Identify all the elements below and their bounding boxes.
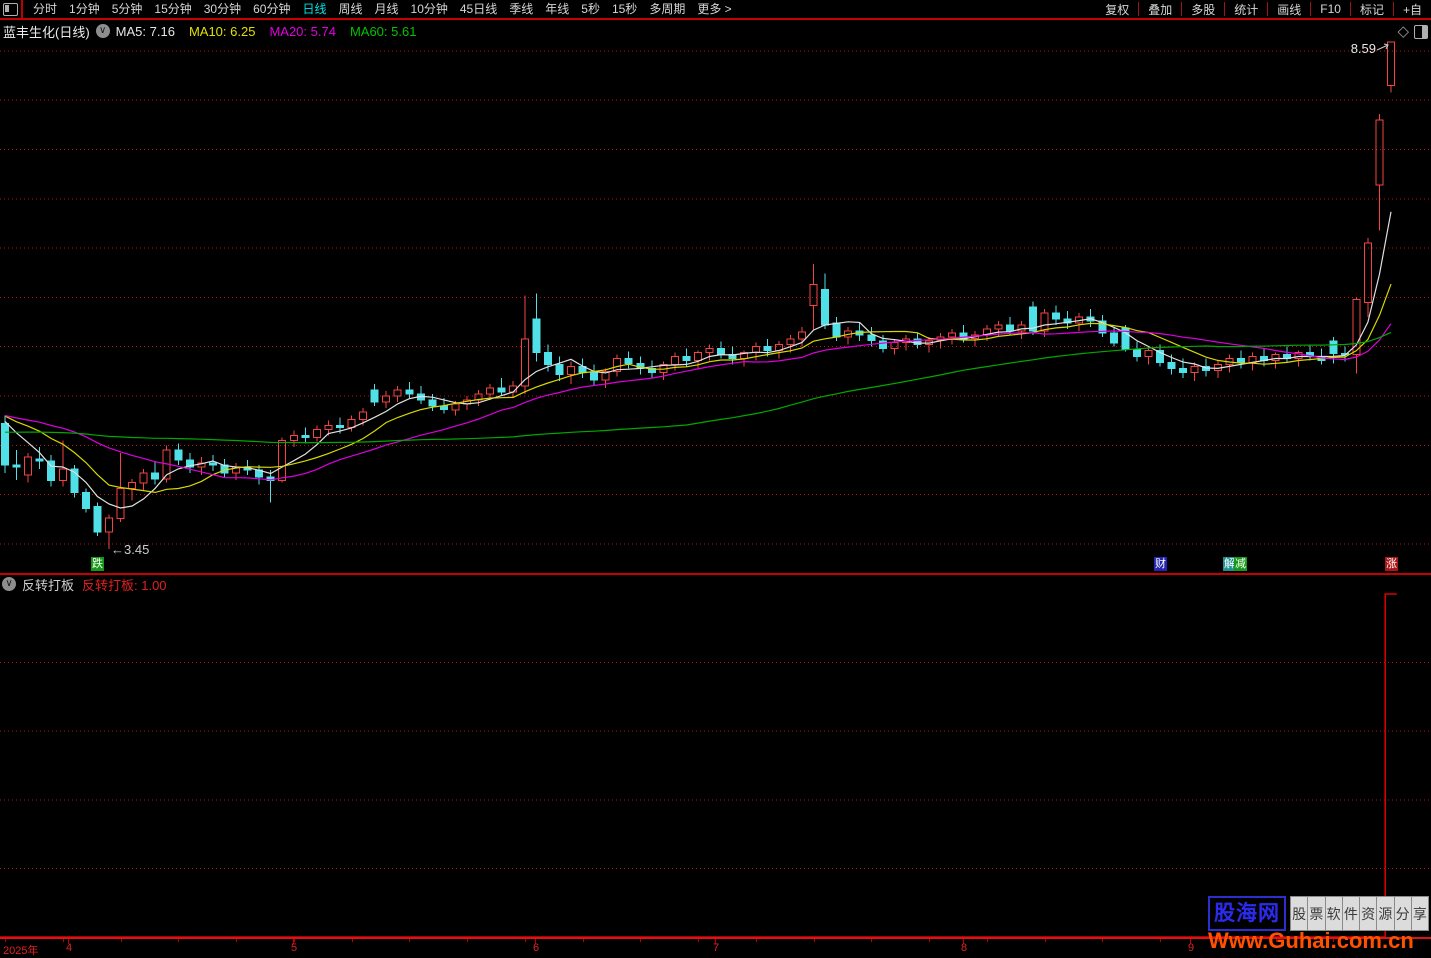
period-tab-11[interactable]: 季线 [503, 2, 539, 16]
x-axis-month-label: 6 [533, 942, 540, 954]
toolbar-action-6[interactable]: 标记 [1351, 1, 1393, 18]
event-badge-跌[interactable]: 跌 [91, 557, 104, 571]
period-tab-14[interactable]: 15秒 [606, 2, 643, 16]
high-label-arrow [1376, 43, 1389, 51]
x-axis-minor-tick [236, 939, 237, 942]
toolbar-divider [21, 0, 23, 18]
event-badge-涨[interactable]: 涨 [1385, 557, 1398, 571]
x-axis-minor-tick [871, 939, 872, 942]
ma-value-2: MA20: 5.74 [269, 23, 336, 39]
x-axis-month-label: 9 [1188, 942, 1195, 954]
indicator-name: 反转打板 [22, 577, 75, 593]
x-axis-minor-tick [467, 939, 468, 942]
watermark-slogan-char: 分 [1394, 896, 1412, 931]
indicator-chart[interactable] [0, 592, 1431, 937]
period-tab-10[interactable]: 45日线 [454, 2, 503, 16]
period-tabs: 分时 1分钟 5分钟 15分钟 30分钟 60分钟 日线 周线 月线 10分钟 45日线 季线 年线 5秒… [27, 0, 738, 18]
watermark-slogan-char: 资 [1360, 896, 1378, 931]
toolbar-action-5[interactable]: F10 [1311, 2, 1350, 16]
toolbar-actions: 复权 叠加 多股 统计 画线 F10 标记 +自 [1096, 0, 1431, 18]
period-tab-16[interactable]: 更多 > [691, 2, 737, 16]
period-tab-5[interactable]: 60分钟 [247, 2, 296, 16]
ma-line-ma60 [5, 331, 1392, 444]
main-candlestick-chart[interactable]: 8.59 ←3.45 [0, 40, 1431, 557]
period-tab-13[interactable]: 5秒 [575, 2, 606, 16]
watermark-slogan-char: 软 [1325, 896, 1343, 931]
x-axis-minor-tick [814, 939, 815, 942]
x-axis-month-label: 5 [291, 942, 298, 954]
indicator-signal-line [0, 593, 1397, 937]
period-tab-9[interactable]: 10分钟 [405, 2, 454, 16]
period-tab-6[interactable]: 日线 [296, 2, 332, 16]
period-tab-1[interactable]: 1分钟 [63, 2, 106, 16]
high-price-label: 8.59 [1351, 41, 1376, 56]
x-axis-minor-tick [756, 939, 757, 942]
period-tab-7[interactable]: 周线 [332, 2, 368, 16]
chart-corner-controls: ◇ [1397, 24, 1428, 39]
x-axis-minor-tick [929, 939, 930, 942]
x-axis-minor-tick [178, 939, 179, 942]
x-axis-minor-tick [409, 939, 410, 942]
period-tab-4[interactable]: 30分钟 [198, 2, 247, 16]
x-axis-minor-tick [1102, 939, 1103, 942]
x-axis-minor-tick [1160, 939, 1161, 942]
period-tab-15[interactable]: 多周期 [643, 2, 691, 16]
watermark-slogan-char: 件 [1342, 896, 1360, 931]
x-axis-month-label: 4 [66, 942, 73, 954]
x-axis-month-label: 7 [713, 942, 720, 954]
chevron-down-icon[interactable] [95, 24, 110, 38]
toolbar-action-7[interactable]: +自 [1394, 1, 1431, 18]
x-axis-minor-tick [698, 939, 699, 942]
indicator-value: 反转打板: 1.00 [82, 577, 167, 593]
x-axis-minor-tick [352, 939, 353, 942]
x-axis-minor-tick [121, 939, 122, 942]
toolbar-action-4[interactable]: 画线 [1268, 1, 1310, 18]
stock-title: 蓝丰生化(日线) [3, 24, 90, 40]
x-axis-minor-tick [640, 939, 641, 942]
panel-divider[interactable] [0, 573, 1431, 575]
window-panel-icon[interactable] [3, 2, 18, 16]
event-badge-财[interactable]: 财 [1154, 557, 1167, 571]
watermark-slogan-char: 源 [1377, 896, 1395, 931]
toolbar-action-0[interactable]: 复权 [1096, 1, 1138, 18]
indicator-gridlines [0, 662, 1431, 869]
period-tab-0[interactable]: 分时 [27, 2, 63, 16]
watermark-slogan-char: 股 [1290, 896, 1309, 931]
x-axis-minor-tick [987, 939, 988, 942]
x-axis-year-label: 2025年 [3, 945, 39, 957]
watermark-slogan-char: 票 [1308, 896, 1326, 931]
ma-values: MA5: 7.16 MA10: 6.25 MA20: 5.74 MA60: 5.61 [116, 24, 431, 39]
period-toolbar: 分时 1分钟 5分钟 15分钟 30分钟 60分钟 日线 周线 月线 10分钟 45日线 季线 年线 5秒… [0, 0, 1431, 20]
period-tab-8[interactable]: 月线 [369, 2, 405, 16]
watermark-slogan-char: 享 [1411, 896, 1429, 931]
watermark: 股海网 股票软件资源分享 Www.Guhai.com.cn [1208, 896, 1429, 953]
ma-value-3: MA60: 5.61 [349, 23, 417, 39]
watermark-url: Www.Guhai.com.cn [1208, 928, 1414, 953]
diamond-marker-icon[interactable]: ◇ [1397, 24, 1409, 39]
event-badge-减[interactable]: 减 [1234, 557, 1247, 571]
toolbar-action-2[interactable]: 多股 [1182, 1, 1224, 18]
indicator-header: 反转打板 反转打板: 1.00 [0, 576, 1431, 593]
toolbar-action-1[interactable]: 叠加 [1139, 1, 1181, 18]
candles-group [1, 41, 1395, 549]
chevron-down-icon[interactable] [2, 577, 16, 591]
chart-header: 蓝丰生化(日线) MA5: 7.16MA10: 6.25MA20: 5.74MA… [0, 22, 1431, 40]
x-axis-minor-tick [583, 939, 584, 942]
period-tab-3[interactable]: 15分钟 [148, 2, 197, 16]
x-axis-minor-tick [1045, 939, 1046, 942]
x-axis-month-label: 8 [961, 942, 968, 954]
watermark-slogan: 股票软件资源分享 [1290, 896, 1429, 931]
watermark-site-name: 股海网 [1208, 896, 1286, 931]
x-axis-minor-tick [63, 939, 64, 942]
period-tab-2[interactable]: 5分钟 [106, 2, 149, 16]
low-price-label: ←3.45 [111, 542, 149, 557]
price-gridlines [0, 50, 1431, 545]
split-panel-icon[interactable] [1414, 24, 1428, 39]
x-axis-minor-tick [525, 939, 526, 942]
period-tab-12[interactable]: 年线 [539, 2, 575, 16]
ma-value-0: MA5: 7.16 [115, 23, 175, 39]
ma-value-1: MA10: 6.25 [188, 23, 256, 39]
toolbar-action-3[interactable]: 统计 [1225, 1, 1267, 18]
